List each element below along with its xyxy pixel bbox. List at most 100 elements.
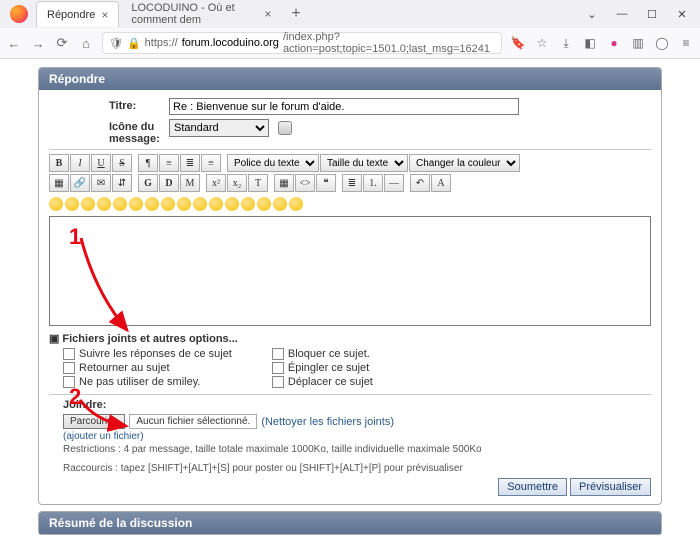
option-pin[interactable]: Épingler ce sujet [272,362,373,374]
code-button[interactable]: <> [295,174,315,192]
browse-button[interactable]: Parcourir... [63,414,125,429]
tab-title: Répondre [47,9,95,21]
smiley-icon[interactable] [81,197,95,211]
smiley-icon[interactable] [193,197,207,211]
icon-label: Icône du message: [109,119,169,145]
align-center-button[interactable]: ≣ [180,154,200,172]
smiley-icon[interactable] [49,197,63,211]
subscript-button[interactable]: x₂ [227,174,247,192]
teletype-button[interactable]: T [248,174,268,192]
home-icon[interactable]: ⌂ [78,35,94,51]
smiley-icon[interactable] [177,197,191,211]
italic-button[interactable]: I [70,154,90,172]
clear-attachments-link[interactable]: (Nettoyer les fichiers joints) [261,416,394,428]
list-button[interactable]: ≣ [342,174,362,192]
smiley-icon[interactable] [273,197,287,211]
library-icon[interactable]: ▥ [630,35,646,51]
superscript-button[interactable]: x² [206,174,226,192]
smiley-icon[interactable] [241,197,255,211]
lock-icon: 🔒 [127,37,141,50]
back-icon[interactable]: ← [6,35,22,51]
url-prefix: https:// [145,37,178,49]
option-move[interactable]: Déplacer ce sujet [272,376,373,388]
collapse-icon: ▣ [49,332,59,345]
tab-active[interactable]: Répondre × [36,1,119,27]
minimize-icon[interactable]: — [608,3,636,25]
page-content: Répondre Titre: Icône du message: Standa… [0,59,700,545]
address-bar: ← → ⟳ ⌂ 🛡 🔒 https://forum.locoduino.org/… [0,28,700,58]
chevron-down-icon[interactable]: ⌄ [578,3,606,25]
link-button[interactable]: 🔗 [70,174,90,192]
reply-header: Répondre [39,68,661,90]
color-select[interactable]: Changer la couleur [409,154,520,172]
smiley-icon[interactable] [65,197,79,211]
new-tab-button[interactable]: + [283,5,308,23]
preview-button[interactable]: Prévisualiser [570,478,651,496]
window-controls: ⌄ — ☐ ✕ [578,3,696,25]
forward-icon[interactable]: → [30,35,46,51]
smiley-icon[interactable] [97,197,111,211]
message-textarea[interactable] [49,216,651,326]
add-file-link[interactable]: (ajouter un fichier) [63,431,144,442]
preformat-button[interactable]: ¶ [138,154,158,172]
account-icon[interactable]: ◯ [654,35,670,51]
posted-by: Posté par: msport [38,541,662,545]
image-button[interactable]: ▦ [49,174,69,192]
checkbox-icon [63,362,75,374]
ordered-list-button[interactable]: 1. [363,174,383,192]
option-lock[interactable]: Bloquer ce sujet. [272,348,373,360]
tab-inactive[interactable]: LOCODUINO - Où et comment dem × [121,1,281,27]
download-icon[interactable]: ⤓ [558,35,574,51]
toggle-view-button[interactable]: A [431,174,451,192]
ftp-button[interactable]: ⇵ [112,174,132,192]
smiley-icon[interactable] [225,197,239,211]
attachments-header-label: Fichiers joints et autres options... [62,333,237,345]
quote-button[interactable]: ❝ [316,174,336,192]
bold-button[interactable]: B [49,154,69,172]
attach-label: Joindre: [49,399,651,411]
attachments-toggle[interactable]: ▣ Fichiers joints et autres options... [49,329,651,348]
strike-button[interactable]: S [112,154,132,172]
align-left-button[interactable]: ≡ [159,154,179,172]
size-select[interactable]: Taille du texte [320,154,408,172]
shield-icon: 🛡 [109,37,123,50]
menu-icon[interactable]: ≡ [678,35,694,51]
smiley-icon[interactable] [145,197,159,211]
smiley-icon[interactable] [113,197,127,211]
reload-icon[interactable]: ⟳ [54,35,70,51]
subject-input[interactable] [169,98,519,115]
hr-button[interactable]: — [384,174,404,192]
icon-select[interactable]: Standard [169,119,269,137]
undo-button[interactable]: ↶ [410,174,430,192]
submit-button[interactable]: Soumettre [498,478,567,496]
smiley-icon[interactable] [257,197,271,211]
close-icon[interactable]: × [264,7,271,21]
star-icon[interactable]: ☆ [534,35,550,51]
close-icon[interactable]: × [101,8,108,22]
option-nosmiley[interactable]: Ne pas utiliser de smiley. [63,376,232,388]
underline-button[interactable]: U [91,154,111,172]
smiley-row [49,194,651,214]
align-right-button[interactable]: ≡ [201,154,221,172]
url-input[interactable]: 🛡 🔒 https://forum.locoduino.org/index.ph… [102,32,502,54]
option-return[interactable]: Retourner au sujet [63,362,232,374]
bookmark-icon[interactable]: 🔖 [510,35,526,51]
maximize-icon[interactable]: ☐ [638,3,666,25]
checkbox-icon [63,376,75,388]
extension-icon[interactable]: ◧ [582,35,598,51]
table-button[interactable]: ▦ [274,174,294,192]
email-button[interactable]: ✉ [91,174,111,192]
marquee-button[interactable]: M [180,174,200,192]
smiley-icon[interactable] [289,197,303,211]
close-icon[interactable]: ✕ [668,3,696,25]
option-follow[interactable]: Suivre les réponses de ce sujet [63,348,232,360]
url-path: /index.php?action=post;topic=1501.0;last… [283,31,495,55]
restrictions-text: Restrictions : 4 par message, taille tot… [49,444,651,455]
font-select[interactable]: Police du texte [227,154,319,172]
smiley-icon[interactable] [129,197,143,211]
glow-button[interactable]: G [138,174,158,192]
smiley-icon[interactable] [161,197,175,211]
smiley-icon[interactable] [209,197,223,211]
shadow-button[interactable]: D [159,174,179,192]
pocket-icon[interactable]: ● [606,35,622,51]
